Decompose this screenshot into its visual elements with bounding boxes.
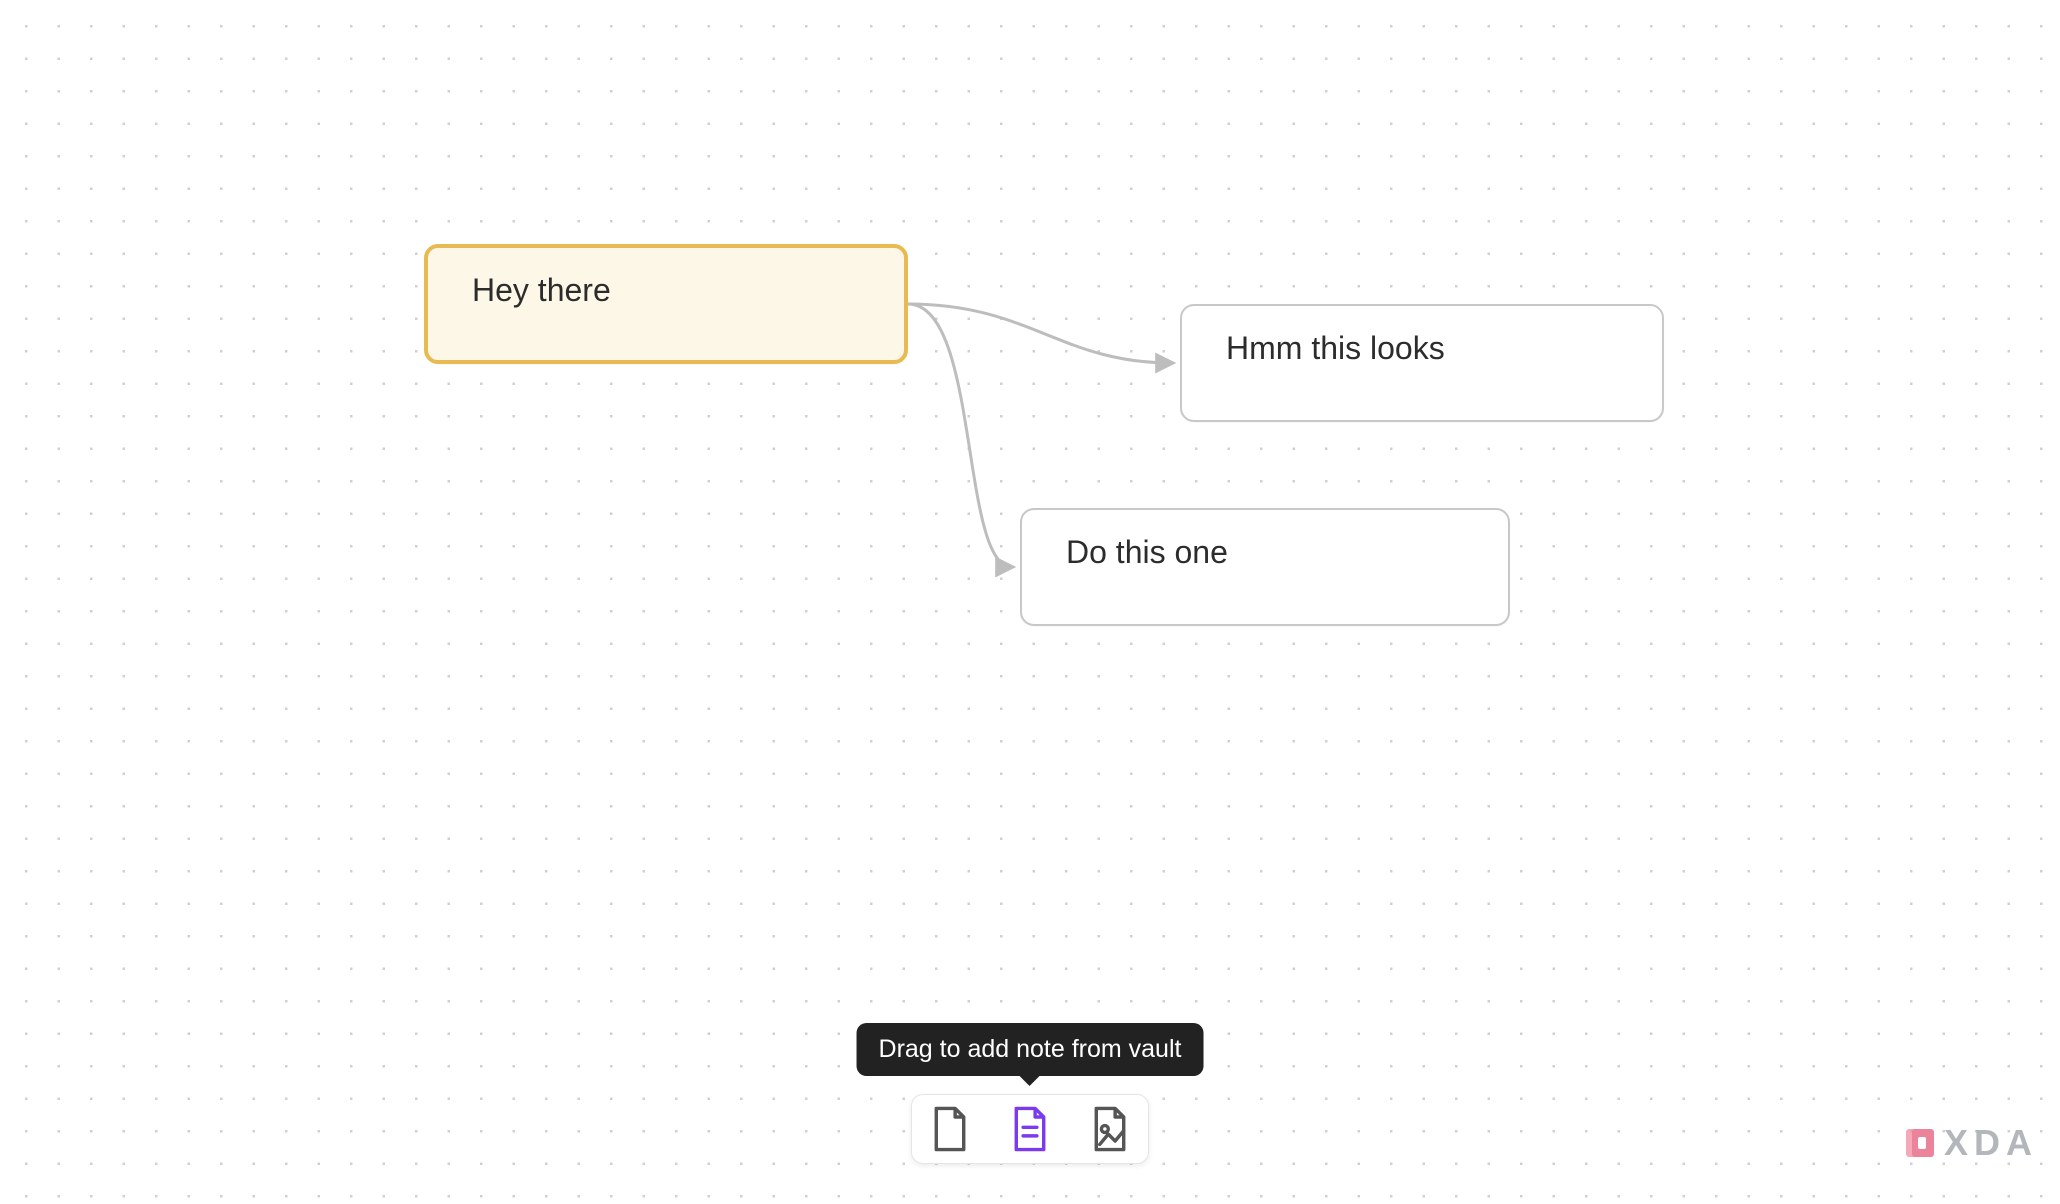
add-note-from-vault-button[interactable] [1004, 1103, 1056, 1155]
node-hmm-this-looks[interactable]: Hmm this looks [1180, 304, 1664, 422]
watermark: XDA [1902, 1122, 2038, 1164]
add-blank-card-button[interactable] [924, 1103, 976, 1155]
edge-n1-n2[interactable] [908, 304, 1172, 363]
toolbar-tooltip: Drag to add note from vault [857, 1023, 1204, 1076]
tooltip-text: Drag to add note from vault [879, 1035, 1182, 1063]
note-file-icon [1009, 1105, 1051, 1153]
node-do-this-one[interactable]: Do this one [1020, 508, 1510, 626]
node-hey-there[interactable]: Hey there [424, 244, 908, 364]
node-text: Do this one [1066, 534, 1228, 570]
add-media-button[interactable] [1084, 1103, 1136, 1155]
node-text: Hey there [472, 272, 611, 308]
blank-file-icon [929, 1105, 971, 1153]
watermark-text: XDA [1944, 1122, 2038, 1164]
canvas-toolbar [911, 1094, 1149, 1164]
xda-logo-icon [1902, 1125, 1938, 1161]
edge-n1-n3[interactable] [908, 304, 1012, 567]
media-file-icon [1089, 1105, 1131, 1153]
node-text: Hmm this looks [1226, 330, 1445, 366]
